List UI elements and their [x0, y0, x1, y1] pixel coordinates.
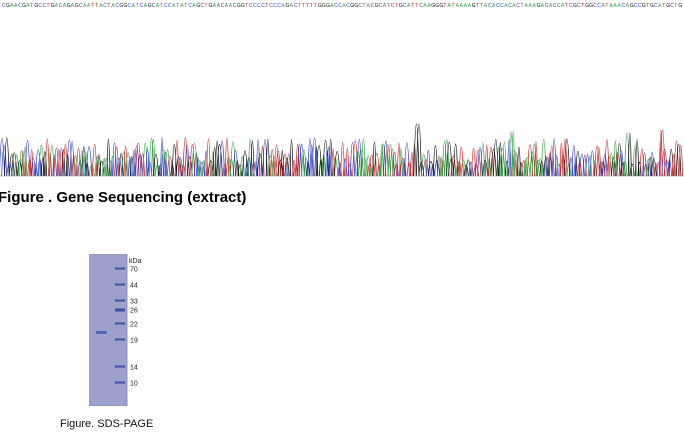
- svg-text:T: T: [395, 3, 398, 9]
- marker-label-22: 22: [130, 322, 138, 329]
- svg-text:T: T: [565, 3, 568, 9]
- svg-text:T: T: [520, 3, 523, 9]
- svg-text:T: T: [160, 3, 163, 9]
- svg-text:T: T: [452, 3, 455, 9]
- sequencing-chromatogram: CGAACGATGCCTGACAGAGCAATTACTACGGCATCAGCAT…: [0, 3, 684, 177]
- svg-text:T: T: [387, 3, 390, 9]
- sample-band: [96, 331, 107, 334]
- svg-text:T: T: [302, 3, 305, 9]
- svg-text:T: T: [443, 3, 446, 9]
- svg-text:T: T: [47, 3, 50, 9]
- svg-text:T: T: [310, 3, 313, 9]
- marker-band-19: [115, 338, 125, 341]
- svg-text:T: T: [306, 3, 309, 9]
- marker-band-14: [115, 365, 125, 368]
- marker-label-19: 19: [130, 338, 138, 345]
- marker-label-10: 10: [130, 381, 138, 388]
- marker-band-33: [115, 299, 125, 302]
- marker-label-14: 14: [130, 365, 138, 372]
- svg-text:T: T: [298, 3, 301, 9]
- svg-text:T: T: [476, 3, 479, 9]
- svg-text:T: T: [415, 3, 418, 9]
- svg-text:T: T: [91, 3, 94, 9]
- marker-label-33: 33: [130, 299, 138, 306]
- marker-band-22: [115, 322, 125, 325]
- sds-page-gel-image: kDa 70 44 33 26 22 19 14 10: [89, 254, 142, 406]
- trace-peaks: [0, 123, 684, 177]
- svg-text:T: T: [674, 3, 677, 9]
- sds-page-caption: Figure. SDS-PAGE: [60, 418, 154, 430]
- svg-text:G: G: [678, 3, 682, 9]
- marker-label-44: 44: [130, 283, 138, 290]
- marker-label-26: 26: [130, 308, 138, 315]
- svg-text:T: T: [184, 3, 187, 9]
- marker-band-70: [115, 267, 125, 270]
- marker-label-70: 70: [130, 267, 138, 274]
- marker-band-26: [115, 308, 125, 312]
- svg-text:T: T: [581, 3, 584, 9]
- svg-text:T: T: [411, 3, 414, 9]
- gene-sequencing-caption: Figure . Gene Sequencing (extract): [0, 189, 247, 206]
- svg-text:T: T: [107, 3, 110, 9]
- svg-text:T: T: [480, 3, 483, 9]
- svg-text:T: T: [245, 3, 248, 9]
- svg-text:T: T: [605, 3, 608, 9]
- svg-text:T: T: [205, 3, 208, 9]
- svg-text:T: T: [176, 3, 179, 9]
- svg-text:T: T: [646, 3, 649, 9]
- kda-unit-label: kDa: [129, 258, 142, 265]
- svg-text:T: T: [95, 3, 98, 9]
- svg-text:T: T: [265, 3, 268, 9]
- svg-text:T: T: [136, 3, 139, 9]
- marker-band-44: [115, 283, 125, 286]
- svg-text:T: T: [362, 3, 365, 9]
- svg-text:T: T: [30, 3, 33, 9]
- marker-band-10: [115, 381, 125, 384]
- base-call-sequence: CGAACGATGCCTGACAGAGCAATTACTACGGCATCAGCAT…: [2, 3, 682, 9]
- svg-text:T: T: [662, 3, 665, 9]
- svg-text:T: T: [314, 3, 317, 9]
